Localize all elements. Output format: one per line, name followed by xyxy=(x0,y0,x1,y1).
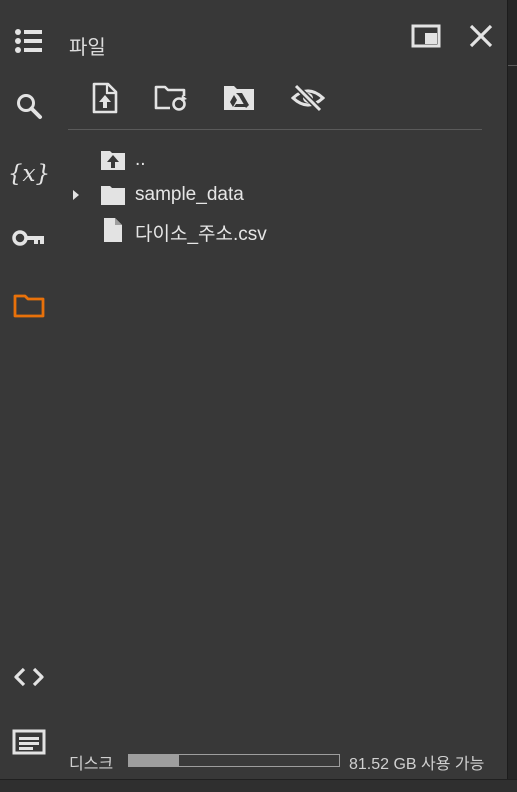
editor-edge xyxy=(507,0,517,791)
variables-icon: {x} xyxy=(7,161,51,187)
search-icon xyxy=(15,92,43,125)
panel-border xyxy=(507,0,508,791)
close-icon xyxy=(468,23,494,54)
folder-icon xyxy=(13,292,45,323)
folder-icon xyxy=(99,182,127,208)
tree-item-sample-data[interactable]: sample_data xyxy=(69,180,489,210)
tree-item-label: sample_data xyxy=(135,184,244,205)
hide-hidden-files-icon xyxy=(290,82,326,118)
open-in-tab-icon xyxy=(411,23,441,54)
secrets-button[interactable] xyxy=(10,221,48,259)
parent-folder-icon xyxy=(99,147,127,173)
file-icon xyxy=(99,217,127,243)
disk-label: 디스크 xyxy=(69,756,114,773)
disk-usage-bar xyxy=(128,754,340,767)
toc-button[interactable] xyxy=(10,24,48,62)
code-icon xyxy=(13,667,45,692)
refresh-folder-icon xyxy=(154,84,188,117)
files-button[interactable] xyxy=(10,288,48,326)
disk-usage: 디스크 81.52 GB 사용 가능 xyxy=(69,748,499,773)
panel-title: 파일 xyxy=(69,37,106,59)
search-button[interactable] xyxy=(10,89,48,127)
disk-free-text: 81.52 GB 사용 가능 xyxy=(349,756,485,773)
files-panel: 파일 .. sample_data 다이소_주소.csv 디스크 81.52 G… xyxy=(57,0,507,791)
tree-item-label: 다이소_주소.csv xyxy=(135,224,267,245)
tree-item-label: .. xyxy=(135,149,146,170)
bottom-status-strip xyxy=(0,779,517,792)
upload-file-icon xyxy=(92,82,118,119)
key-icon xyxy=(12,228,46,253)
toc-icon xyxy=(14,28,44,59)
disk-usage-fill xyxy=(129,755,180,766)
tree-item-csv-file[interactable]: 다이소_주소.csv xyxy=(69,215,489,245)
editor-edge-line xyxy=(508,65,517,66)
tree-item-parent[interactable]: .. xyxy=(69,145,489,175)
expand-chevron-icon[interactable] xyxy=(69,187,83,203)
close-panel-button[interactable] xyxy=(464,21,498,55)
terminal-button[interactable] xyxy=(10,725,48,763)
refresh-button[interactable] xyxy=(152,82,190,118)
terminal-icon xyxy=(12,729,46,760)
open-in-tab-button[interactable] xyxy=(409,21,443,55)
toolbar-divider xyxy=(68,129,482,130)
upload-button[interactable] xyxy=(86,82,124,118)
variables-button[interactable]: {x} xyxy=(7,155,51,193)
code-snippets-button[interactable] xyxy=(10,660,48,698)
left-rail: {x} xyxy=(0,0,57,791)
mount-drive-icon xyxy=(222,84,256,117)
mount-drive-button[interactable] xyxy=(220,82,258,118)
toggle-hidden-files-button[interactable] xyxy=(289,82,327,118)
